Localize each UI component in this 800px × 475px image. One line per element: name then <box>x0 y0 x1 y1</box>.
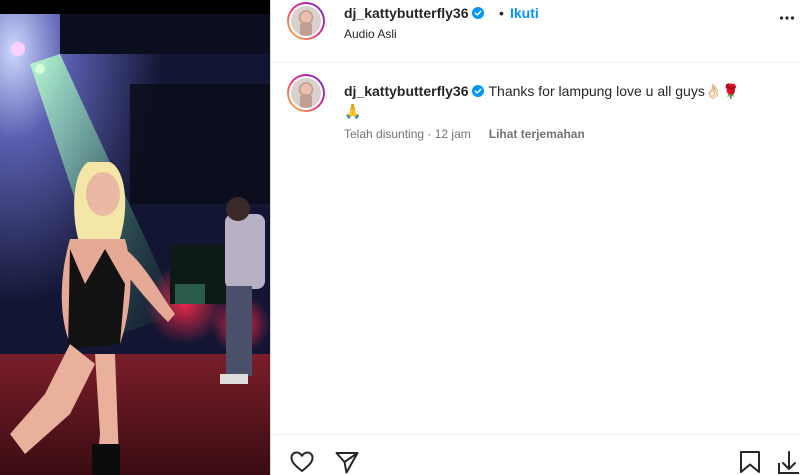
concert-video-frame <box>0 14 270 475</box>
caption-text: dj_kattybutterfly36 Thanks for lampung lo… <box>344 81 784 121</box>
verified-badge-icon <box>472 85 485 97</box>
caption: dj_kattybutterfly36 Thanks for lampung lo… <box>271 62 800 152</box>
edited-timestamp: Telah disunting · 12 jam <box>344 127 471 141</box>
actions-divider <box>271 434 800 435</box>
post-header: dj_kattybutterfly36 • Ikuti Audio Asli <box>271 0 800 63</box>
separator-dot: • <box>499 5 504 21</box>
audio-label[interactable]: Audio Asli <box>344 27 397 41</box>
caption-body: Thanks for lampung love u all guys👌🏻🌹 <box>488 83 740 99</box>
more-options-icon[interactable] <box>779 10 795 26</box>
caption-username[interactable]: dj_kattybutterfly36 <box>344 83 468 99</box>
see-translation-link[interactable]: Lihat terjemahan <box>489 127 585 141</box>
caption-avatar[interactable] <box>287 74 325 112</box>
bookmark-icon[interactable] <box>737 449 763 475</box>
follow-button[interactable]: Ikuti <box>510 5 539 21</box>
media-top-bar <box>0 0 270 14</box>
avatar[interactable] <box>287 2 325 40</box>
send-icon[interactable] <box>334 449 360 475</box>
header-username[interactable]: dj_kattybutterfly36 <box>344 5 468 21</box>
caption-meta: Telah disunting · 12 jam Lihat terjemahan <box>344 127 585 141</box>
heart-icon[interactable] <box>289 449 315 475</box>
verified-badge-icon <box>472 7 485 19</box>
download-icon[interactable] <box>776 449 800 475</box>
post-media[interactable] <box>0 0 270 475</box>
header-username-row[interactable]: dj_kattybutterfly36 <box>344 5 485 23</box>
caption-body-line2: 🙏 <box>344 103 362 119</box>
